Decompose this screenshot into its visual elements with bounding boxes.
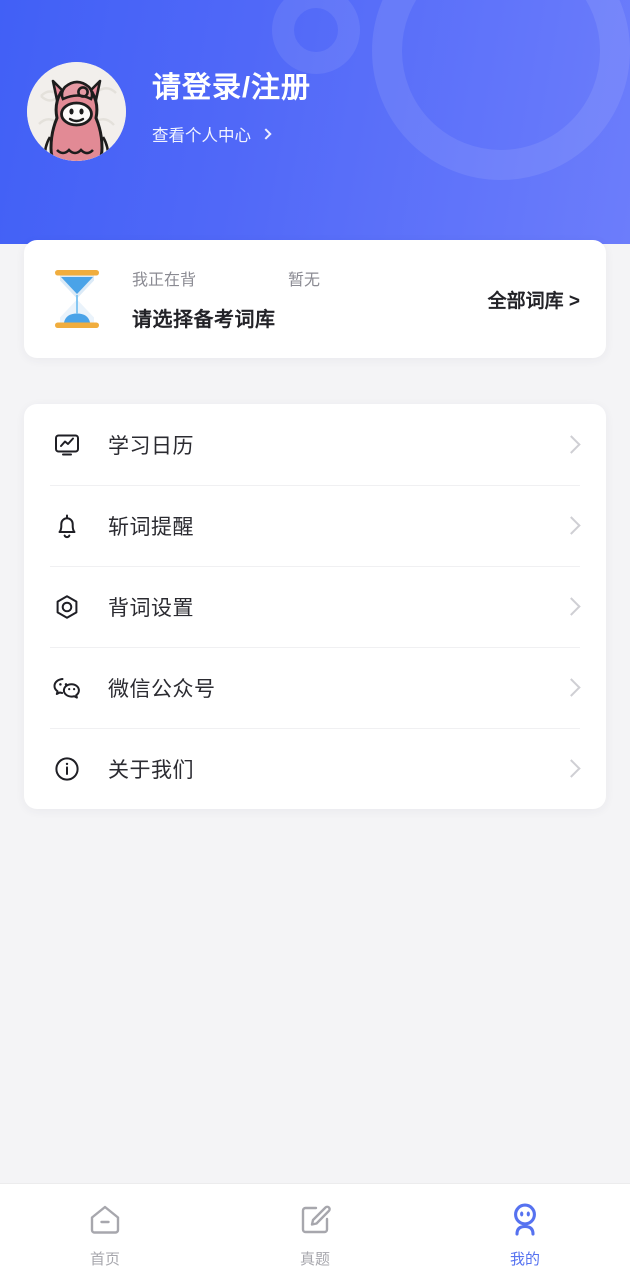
tab-label: 首页: [89, 1251, 120, 1268]
wordbank-status-value: 暂无: [288, 272, 321, 289]
tab-exam-papers[interactable]: 真题: [210, 1184, 420, 1280]
menu-item-label: 斩词提醒: [108, 515, 194, 539]
home-icon: [87, 1199, 123, 1241]
menu-item-wechat-official-account[interactable]: 微信公众号: [50, 647, 581, 728]
wechat-icon: [50, 671, 84, 705]
all-wordbanks-button[interactable]: 全部词库 >: [488, 286, 580, 313]
chevron-right-icon: [562, 677, 581, 697]
menu-item-word-reminder[interactable]: 斩词提醒: [50, 485, 581, 566]
avatar[interactable]: [27, 62, 126, 161]
menu-item-study-settings[interactable]: 背词设置: [50, 566, 581, 647]
app-screen: 请登录/注册 查看个人中心 我正在背 暂无 请选择备考词库 全部词库 > 学习日…: [0, 0, 630, 1280]
profile-block[interactable]: 请登录/注册 查看个人中心: [27, 62, 311, 161]
wordbank-status-label: 我正在背: [132, 272, 197, 289]
wordbank-texts: 我正在背 暂无 请选择备考词库: [132, 266, 488, 332]
chevron-right-icon: [562, 596, 581, 616]
info-icon: [50, 752, 84, 786]
person-icon: [507, 1199, 543, 1241]
wordbank-card[interactable]: 我正在背 暂无 请选择备考词库 全部词库 >: [24, 240, 606, 358]
chevron-right-icon: [260, 128, 272, 140]
chevron-right-icon: [562, 434, 581, 454]
tab-mine[interactable]: 我的: [420, 1184, 630, 1280]
hourglass-icon: [50, 268, 104, 330]
menu-item-label: 背词设置: [108, 596, 194, 620]
profile-center-link[interactable]: 查看个人中心: [152, 122, 311, 146]
chevron-right-icon: [562, 515, 581, 535]
bell-icon: [50, 509, 84, 543]
menu-item-label: 关于我们: [108, 758, 194, 782]
settings-hex-icon: [50, 590, 84, 624]
edit-square-icon: [298, 1199, 332, 1241]
wordbank-title: 请选择备考词库: [132, 309, 276, 331]
study-calendar-icon: [50, 428, 84, 462]
profile-center-label: 查看个人中心: [152, 126, 251, 145]
profile-header: 请登录/注册 查看个人中心: [0, 0, 630, 244]
menu-item-label: 学习日历: [108, 434, 194, 458]
tab-label: 我的: [509, 1251, 540, 1268]
decorative-ring-large: [372, 0, 630, 180]
menu-item-label: 微信公众号: [108, 677, 216, 701]
profile-text: 请登录/注册 查看个人中心: [152, 72, 311, 150]
tab-home[interactable]: 首页: [0, 1184, 210, 1280]
menu-item-about-us[interactable]: 关于我们: [50, 728, 581, 809]
menu-item-study-calendar[interactable]: 学习日历: [50, 404, 581, 485]
chevron-right-icon: [562, 758, 581, 778]
tab-label: 真题: [299, 1251, 330, 1268]
settings-menu-card: 学习日历 斩词提醒 背词设置 微信公众号 关于我们: [24, 404, 606, 809]
login-register-title[interactable]: 请登录/注册: [152, 72, 311, 105]
bottom-tab-bar: 首页 真题 我的: [0, 1183, 630, 1280]
